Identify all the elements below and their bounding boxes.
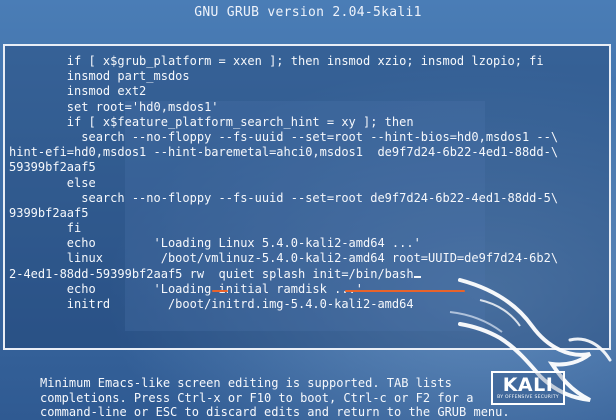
editor-line[interactable]: 9399bf2aaf5 (9, 206, 558, 221)
help-line: completions. Press Ctrl-x or F10 to boot… (40, 390, 474, 405)
editor-line[interactable]: else (9, 176, 558, 191)
editor-line[interactable]: hint-efi=hd0,msdos1 --hint-baremetal=ahc… (9, 145, 558, 160)
kernel-params-text[interactable]: 2-4ed1-88dd-59399bf2aaf5 rw quiet splash… (9, 267, 414, 281)
editing-help-text: Minimum Emacs-like screen editing is sup… (40, 376, 510, 420)
editor-line[interactable]: insmod ext2 (9, 84, 558, 99)
kali-logo-subtext: BY OFFENSIVE SECURITY (497, 395, 559, 400)
editor-line[interactable]: search --no-floppy --fs-uuid --set=root … (9, 130, 558, 145)
editor-line[interactable]: if [ x$grub_platform = xxen ]; then insm… (9, 54, 558, 69)
editor-line[interactable]: fi (9, 221, 558, 236)
editor-line[interactable]: set root='hd0,msdos1' (9, 100, 558, 115)
kali-logo: KALI BY OFFENSIVE SECURITY (491, 371, 565, 405)
editor-line[interactable]: 59399bf2aaf5 (9, 160, 558, 175)
grub-version-title: GNU GRUB version 2.04-5kali1 (194, 5, 422, 20)
editor-line[interactable]: search --no-floppy --fs-uuid --set=root … (9, 191, 558, 206)
help-line: Minimum Emacs-like screen editing is sup… (40, 376, 452, 390)
editor-line[interactable]: if [ x$feature_platform_search_hint = xy… (9, 115, 558, 130)
rw-highlight-underline (212, 290, 228, 292)
kali-logo-text: KALI (502, 374, 554, 396)
help-line: command-line or ESC to discard edits and… (40, 405, 510, 419)
editor-line[interactable]: insmod part_msdos (9, 69, 558, 84)
